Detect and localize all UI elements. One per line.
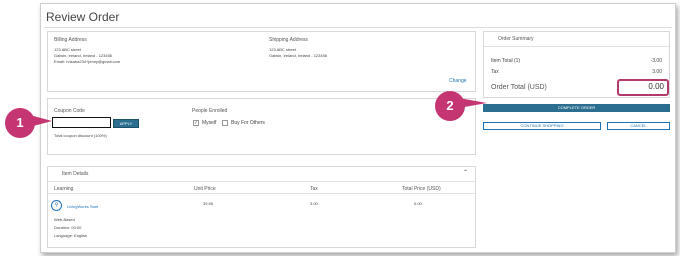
coupon-discount-note: Total coupon discount (100%) xyxy=(54,133,107,138)
order-summary-heading: Order Summary xyxy=(498,36,534,42)
page-title: Review Order xyxy=(46,10,120,24)
column-tax: Tax xyxy=(310,186,318,192)
item-header-divider xyxy=(48,181,475,182)
column-total-price: Total Price (USD) xyxy=(402,186,441,192)
item-details-heading: Item Details xyxy=(62,171,89,177)
course-type: Web-Based xyxy=(54,217,75,222)
item-columns-divider xyxy=(48,193,475,194)
course-name-link[interactable]: LivingWorks Start xyxy=(67,204,98,209)
myself-checkbox[interactable]: ✓ xyxy=(193,120,199,126)
tax-value: 3.00 xyxy=(652,69,662,75)
continue-shopping-button[interactable]: CONTINUE SHOPPING xyxy=(483,122,601,130)
collapse-chevron-icon[interactable]: ⌃ xyxy=(463,170,468,176)
column-learning: Learning xyxy=(54,186,74,192)
apply-coupon-button[interactable]: APPLY xyxy=(113,119,139,128)
callout-marker-2: 2 xyxy=(435,91,465,121)
people-enrolled-heading: People Enrolled xyxy=(192,108,228,114)
coupon-panel xyxy=(47,98,476,155)
item-details-panel xyxy=(47,166,476,248)
course-unit-price: 39.95 xyxy=(203,201,214,206)
course-tax: 3.00 xyxy=(310,201,318,206)
myself-label: Myself xyxy=(202,120,217,126)
buy-for-others-label: Buy For Others xyxy=(231,120,265,126)
tax-label: Tax xyxy=(491,69,499,75)
order-total-label: Order Total (USD) xyxy=(491,84,547,91)
column-unit-price: Unit Price xyxy=(194,186,216,192)
course-total: 0.00 xyxy=(414,201,422,206)
complete-order-button[interactable]: COMPLETE ORDER xyxy=(483,104,670,112)
change-address-link[interactable]: Change xyxy=(449,78,467,84)
summary-divider xyxy=(484,46,669,47)
item-total-label: Item Total (1) xyxy=(491,58,521,64)
title-divider xyxy=(44,27,672,28)
order-total-value: 0.00 xyxy=(648,82,664,91)
billing-email: Email: hrisaba234+jenny@gmail.com xyxy=(54,59,121,64)
course-duration: Duration: 00:00 xyxy=(54,225,82,230)
coupon-label: Coupon Code xyxy=(54,108,85,114)
shipping-city: Galwin, Ireland, Ireland - 123456 xyxy=(269,53,328,58)
billing-heading: Billing Address xyxy=(54,37,87,43)
course-language: Language: English xyxy=(54,233,88,238)
cancel-button[interactable]: CANCEL xyxy=(607,122,670,130)
course-icon: ⚲ xyxy=(51,200,62,211)
buy-for-others-checkbox[interactable] xyxy=(222,120,228,126)
callout-marker-1: 1 xyxy=(5,108,35,138)
item-total-value: -3.00 xyxy=(650,58,662,64)
coupon-input[interactable] xyxy=(52,117,111,128)
shipping-heading: Shipping Address xyxy=(269,37,308,43)
